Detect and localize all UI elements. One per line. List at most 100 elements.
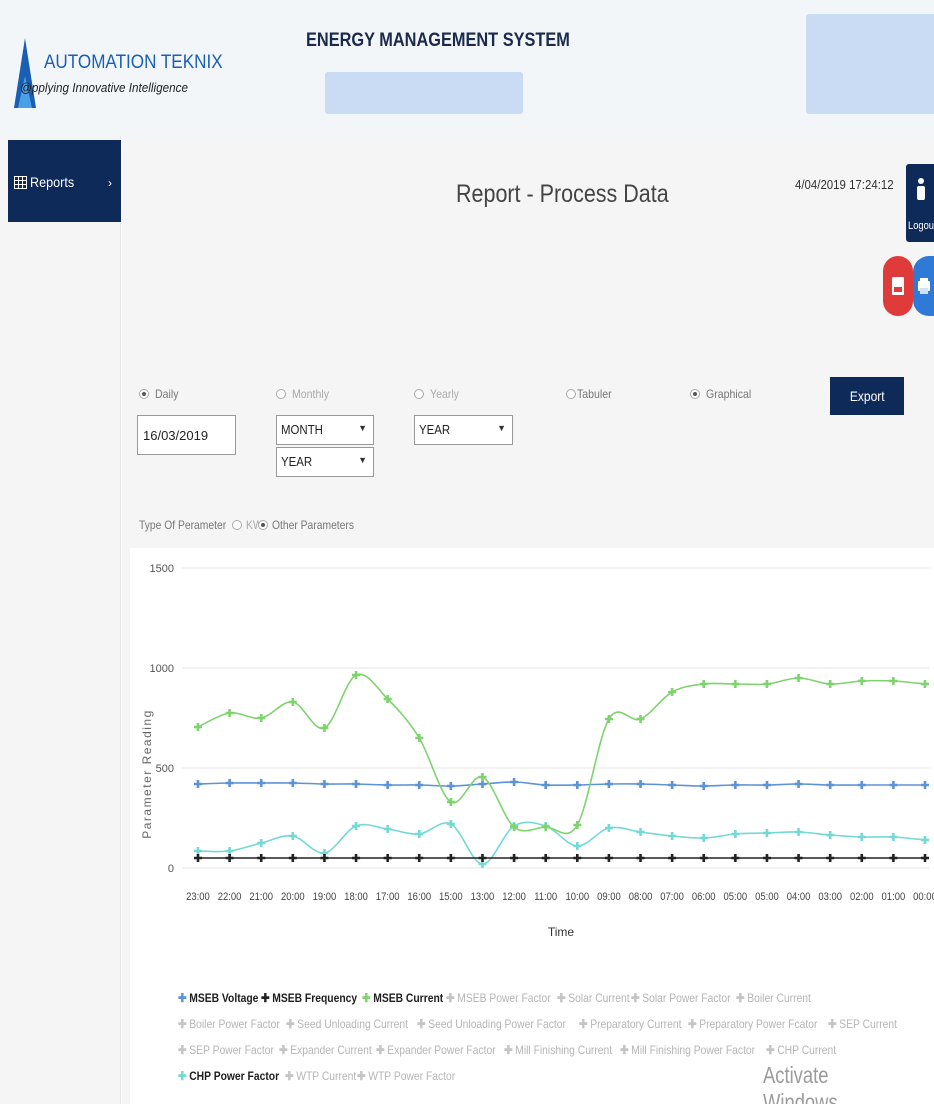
legend-label: MSEB Power Factor [456,991,551,1005]
date-input[interactable] [137,415,236,455]
legend-item-boiler-current[interactable]: ✚ Boiler Current [736,985,811,1011]
legend-marker-icon: ✚ [619,1043,629,1057]
parameter-type-group: Type Of Perameter KW Other Parameters [139,518,367,532]
month-select[interactable]: MONTH ▼ [276,415,374,445]
legend-item-mill-finishing-current[interactable]: ✚ Mill Finishing Current [504,1037,612,1063]
y-tick-label: 500 [156,763,174,775]
page-title: Report - Process Data [456,180,669,208]
data-point-mseb-voltage [573,781,582,789]
year-select[interactable]: YEAR ▼ [414,415,513,445]
data-point-mseb-voltage [857,781,866,789]
legend-label: Solar Power Factor [641,991,731,1005]
legend-item-mill-finishing-power-factor[interactable]: ✚ Mill Finishing Power Factor [620,1037,755,1063]
logo-icon [14,38,36,108]
legend-item-seed-unloading-power-factor[interactable]: ✚ Seed Unloading Power Factor [417,1011,566,1037]
radio-tabular[interactable]: Tabuler [566,387,616,401]
data-point-mseb-frequency [636,854,645,862]
legend-item-wtp-current[interactable]: ✚ WTP Current [285,1063,356,1089]
legend-item-expander-current[interactable]: ✚ Expander Current [279,1037,372,1063]
legend-item-mseb-current[interactable]: ✚ MSEB Current [362,985,443,1011]
radio-yearly[interactable]: Yearly [414,387,463,401]
data-point-mseb-frequency [446,854,455,862]
select-value: YEAR [419,422,451,437]
data-point-mseb-frequency [510,854,519,862]
data-point-mseb-voltage [225,779,234,787]
data-point-mseb-frequency [225,854,234,862]
legend-label: WTP Power Factor [368,1069,456,1083]
legend-item-wtp-power-factor[interactable]: ✚ WTP Power Factor [357,1063,455,1089]
x-tick-label: 05:00 [755,891,779,903]
legend-marker-icon: ✚ [416,1017,426,1031]
legend-item-sep-power-factor[interactable]: ✚ SEP Power Factor [178,1037,274,1063]
export-button[interactable]: Export [830,377,904,415]
x-tick-label: 02:00 [850,891,874,903]
data-point-mseb-frequency [921,854,929,862]
legend-item-preparatory-current[interactable]: ✚ Preparatory Current [579,1011,681,1037]
grid-table-icon [14,176,27,189]
legend-item-chp-power-factor[interactable]: ✚ CHP Power Factor [178,1063,279,1089]
radio-daily[interactable]: Daily [139,387,182,401]
legend-item-sep-current[interactable]: ✚ SEP Current [828,1011,897,1037]
legend-item-mseb-voltage[interactable]: ✚ MSEB Voltage [178,985,258,1011]
legend-label: Expander Power Factor [387,1043,496,1057]
legend-item-chp-current[interactable]: ✚ CHP Current [766,1037,836,1063]
legend-item-mseb-frequency[interactable]: ✚ MSEB Frequency [261,985,357,1011]
legend-label: CHP Power Factor [189,1069,280,1083]
data-point-mseb-voltage [446,782,455,790]
legend-marker-icon: ✚ [579,1017,589,1031]
pdf-export-button[interactable] [883,256,913,316]
data-point-mseb-current [257,714,266,722]
radio-monthly[interactable]: Monthly [276,387,334,401]
data-point-mseb-voltage [415,781,424,789]
radio-other-parameters[interactable]: Other Parameters [257,518,367,532]
x-tick-label: 06:00 [692,891,716,903]
data-point-mseb-frequency [857,854,866,862]
print-button[interactable] [913,256,934,316]
x-axis-label: Time [548,925,575,939]
data-point-mseb-frequency [699,854,708,862]
radio-label: Other Parameters [271,518,354,532]
data-point-mseb-voltage [731,781,740,789]
legend-item-solar-current[interactable]: ✚ Solar Current [557,985,630,1011]
data-point-chp-power-factor [415,830,424,838]
data-point-mseb-voltage [699,782,708,790]
data-point-mseb-voltage [194,780,202,788]
legend-marker-icon: ✚ [260,991,270,1005]
radio-dot [276,389,286,399]
month-year-select[interactable]: YEAR ▼ [276,447,374,477]
data-point-chp-power-factor [857,833,866,841]
chevron-right-icon: › [108,176,112,190]
data-point-mseb-voltage [604,780,613,788]
legend-item-preparatory-power-fcator[interactable]: ✚ Preparatory Power Fcator [688,1011,817,1037]
legend-label: CHP Current [777,1043,837,1057]
data-point-chp-power-factor [731,830,740,838]
radio-graphical[interactable]: Graphical [690,387,757,401]
legend-item-expander-power-factor[interactable]: ✚ Expander Power Factor [376,1037,496,1063]
legend-label: Seed Unloading Current [297,1017,408,1031]
data-point-mseb-current [225,709,234,717]
radio-dot [566,389,576,399]
select-value: YEAR [281,454,313,469]
dropdown-arrow-icon: ▼ [497,423,506,433]
header-placeholder-box [325,72,523,114]
data-point-chp-power-factor [668,832,677,840]
export-label: Export [849,388,885,404]
parameter-type-label: Type Of Perameter [139,518,227,532]
series-line-mseb-voltage [197,781,925,787]
legend-label: MSEB Frequency [272,991,357,1005]
legend-item-seed-unloading-current[interactable]: ✚ Seed Unloading Current [286,1011,408,1037]
data-point-mseb-voltage [668,781,677,789]
legend-item-solar-power-factor[interactable]: ✚ Solar Power Factor [631,985,731,1011]
data-point-mseb-frequency [257,854,266,862]
sidebar-item-reports[interactable]: Reports › [8,140,121,222]
legend-marker-icon: ✚ [284,1069,294,1083]
radio-dot [139,389,149,399]
data-point-mseb-voltage [352,780,361,788]
legend-item-boiler-power-factor[interactable]: ✚ Boiler Power Factor [178,1011,280,1037]
legend-item-mseb-power-factor[interactable]: ✚ MSEB Power Factor [446,985,551,1011]
logout-button[interactable]: Logout [906,164,934,242]
data-point-chp-power-factor [762,829,771,837]
legend-label: MSEB Voltage [189,991,259,1005]
radio-dot [232,520,243,530]
legend-marker-icon: ✚ [285,1017,295,1031]
